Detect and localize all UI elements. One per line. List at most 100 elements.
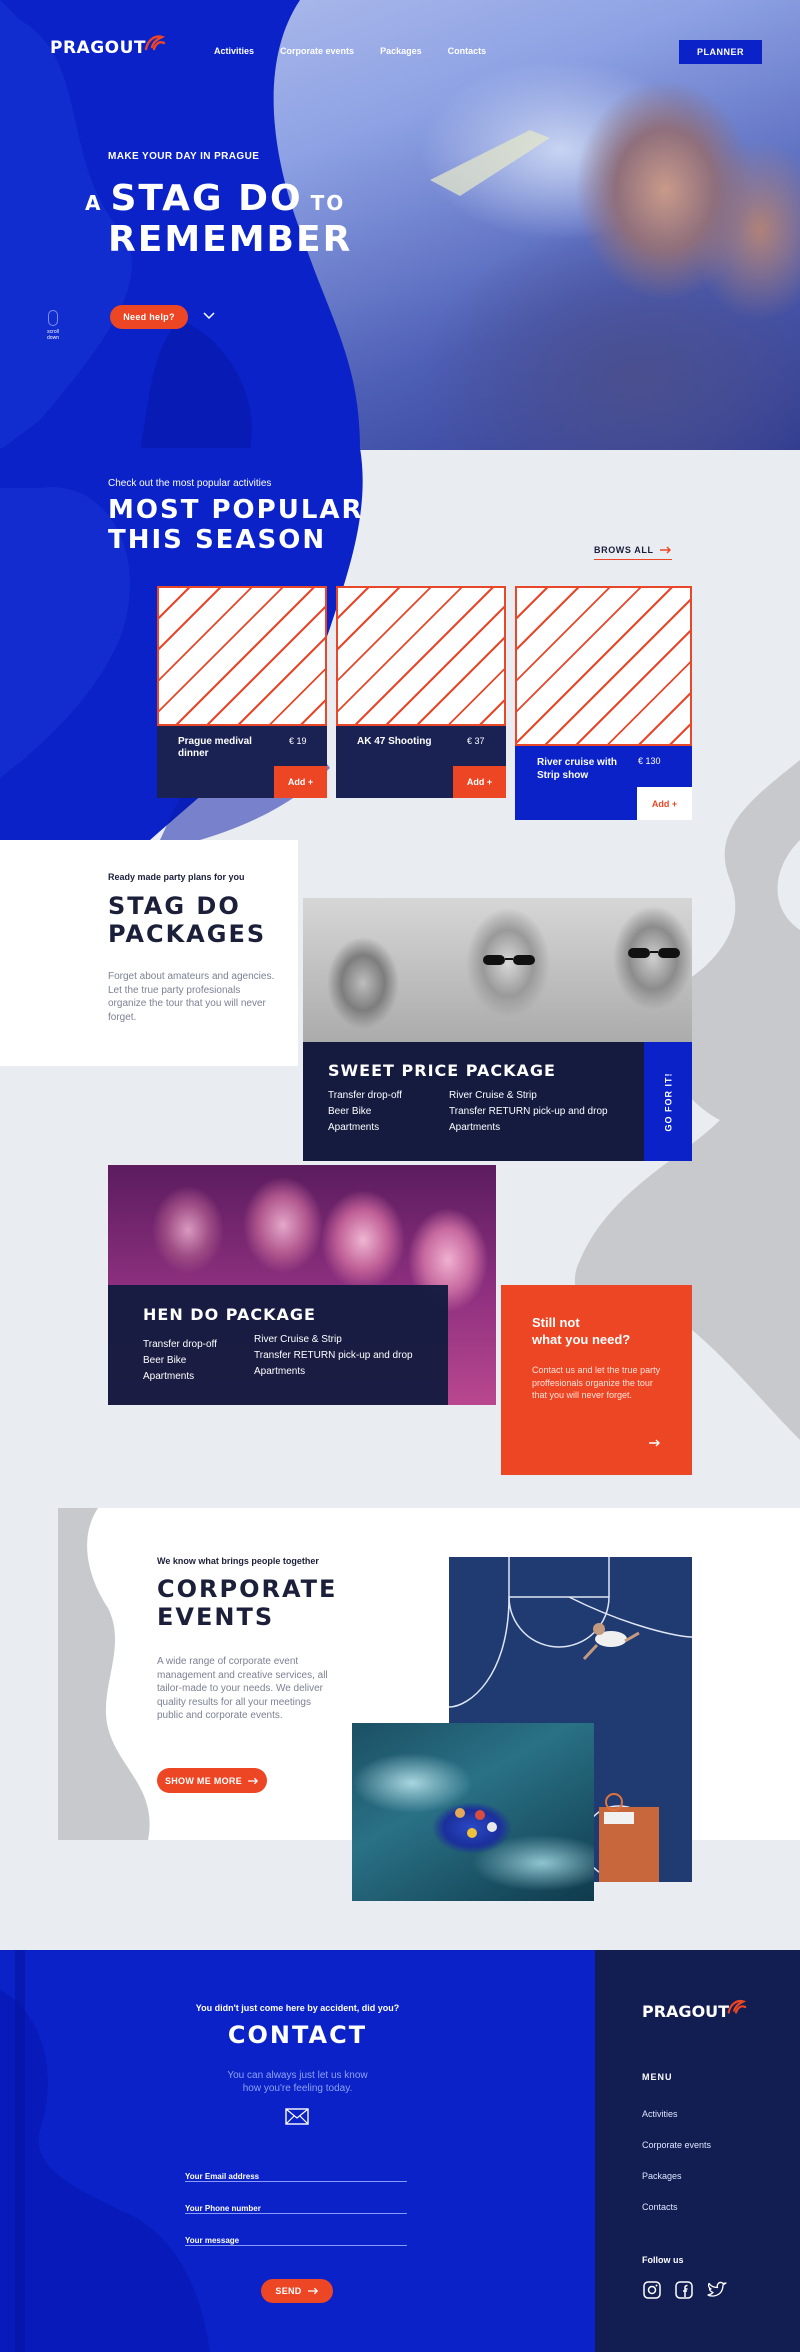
footer-link-activities[interactable]: Activities <box>642 2109 711 2119</box>
go-for-it-label: GO FOR IT! <box>663 1072 673 1131</box>
logo-text: PRAGOUT <box>50 38 147 58</box>
popular-title-line1: MOST POPULAR <box>108 495 364 525</box>
stag-title: STAG DO PACKAGES <box>108 892 267 948</box>
arrow-right-icon <box>659 546 671 554</box>
contact-subtitle-line2: how you're feeling today. <box>242 2083 353 2094</box>
email-field[interactable]: Your Email address <box>185 2166 407 2182</box>
card-image-placeholder <box>157 586 327 726</box>
message-field-label: Your message <box>185 2236 240 2245</box>
card-info: Prague medival dinner € 19 Add + <box>157 726 327 798</box>
chevron-down-icon[interactable] <box>203 312 215 320</box>
contact-eyebrow: You didn't just come here by accident, d… <box>195 2003 400 2013</box>
planner-button[interactable]: PLANNER <box>679 40 762 64</box>
footer-logo[interactable]: PRAGOUT <box>642 1999 747 2021</box>
send-button[interactable]: SEND <box>261 2279 333 2303</box>
email-field-label: Your Email address <box>185 2172 260 2181</box>
list-item: Apartments <box>254 1366 306 1377</box>
stag-title-line2: PACKAGES <box>108 919 267 948</box>
popular-title: MOST POPULAR THIS SEASON <box>108 495 364 556</box>
card-image-placeholder <box>515 586 692 746</box>
envelope-icon <box>285 2108 309 2125</box>
popular-eyebrow: Check out the most popular activities <box>108 478 272 489</box>
card-add-button[interactable]: Add + <box>453 766 506 798</box>
package-list-left: Transfer drop-off Beer Bike Apartments <box>143 1337 217 1385</box>
sunglasses-icon <box>628 948 680 958</box>
corporate-text: A wide range of corporate event manageme… <box>157 1656 328 1721</box>
raft-people <box>455 1808 497 1838</box>
package-list-right: River Cruise & Strip Transfer RETURN pic… <box>449 1088 608 1136</box>
phone-field-label: Your Phone number <box>185 2204 261 2213</box>
show-me-more-button[interactable]: SHOW ME MORE <box>157 1768 267 1793</box>
logo-mark-icon <box>144 35 166 51</box>
list-item: Apartments <box>143 1371 195 1382</box>
follow-us-label: Follow us <box>642 2255 684 2265</box>
activity-card[interactable]: AK 47 Shooting € 37 Add + <box>336 586 506 798</box>
rafting-photo <box>352 1723 594 1901</box>
top-nav: PRAGOUT Activities Corporate events Pack… <box>0 0 800 100</box>
nav-activities[interactable]: Activities <box>214 46 254 56</box>
nav-packages[interactable]: Packages <box>380 46 422 56</box>
list-item: River Cruise & Strip <box>449 1090 537 1101</box>
list-item: Transfer RETURN pick-up and drop <box>449 1106 608 1117</box>
facebook-icon[interactable] <box>674 2280 694 2300</box>
send-label: SEND <box>275 2286 302 2296</box>
corporate-eyebrow: We know what brings people together <box>157 1556 319 1566</box>
sweet-package-card[interactable]: SWEET PRICE PACKAGE Transfer drop-off Be… <box>303 898 692 1161</box>
message-field[interactable]: Your message <box>185 2230 407 2246</box>
social-icons <box>642 2280 728 2300</box>
scroll-indicator[interactable]: scroll down <box>44 310 62 341</box>
logo[interactable]: PRAGOUT <box>50 35 166 58</box>
card-price: € 37 <box>467 736 485 746</box>
still-not-title-line1: Still not <box>532 1315 580 1330</box>
card-name: AK 47 Shooting <box>357 736 432 747</box>
contact-subtitle: You can always just let us know how you'… <box>0 2069 595 2095</box>
arrow-right-icon <box>307 2287 318 2295</box>
package-list-right: River Cruise & Strip Transfer RETURN pic… <box>254 1332 413 1380</box>
nav-contacts[interactable]: Contacts <box>448 46 487 56</box>
need-help-button[interactable]: Need help? <box>110 305 188 329</box>
card-name: River cruise with Strip show <box>537 757 618 781</box>
browse-all-label: BROWS ALL <box>594 545 654 555</box>
arrow-right-icon[interactable] <box>649 1439 661 1447</box>
card-price: € 19 <box>289 736 307 746</box>
still-not-text: Contact us and let the true party proffe… <box>532 1365 661 1400</box>
footer-sidebar: PRAGOUT MENU Activities Corporate events… <box>595 1950 800 2352</box>
footer-menu: Activities Corporate events Packages Con… <box>642 2109 711 2212</box>
package-title: SWEET PRICE PACKAGE <box>328 1061 556 1080</box>
footer-logo-text: PRAGOUT <box>642 2002 730 2021</box>
nav-corporate-events[interactable]: Corporate events <box>280 46 354 56</box>
card-add-button[interactable]: Add + <box>637 787 692 820</box>
package-title: HEN DO PACKAGE <box>143 1305 316 1324</box>
show-me-more-label: SHOW ME MORE <box>164 1775 243 1786</box>
instagram-icon[interactable] <box>642 2280 662 2300</box>
activity-card-highlighted[interactable]: River cruise with Strip show € 130 Add + <box>515 586 692 820</box>
scroll-label: scroll down <box>47 329 59 341</box>
footer-link-contacts[interactable]: Contacts <box>642 2202 711 2212</box>
activity-card[interactable]: Prague medival dinner € 19 Add + <box>157 586 327 798</box>
corporate-title-line1: CORPORATE <box>157 1575 338 1603</box>
stag-title-line1: STAG DO <box>108 892 241 920</box>
footer-link-packages[interactable]: Packages <box>642 2171 711 2181</box>
hero-title: A STAG DO TO REMEMBER <box>85 178 352 261</box>
hen-package-card[interactable]: HEN DO PACKAGE Transfer drop-off Beer Bi… <box>108 1165 496 1405</box>
card-info: River cruise with Strip show € 130 Add + <box>515 746 692 820</box>
mouse-icon <box>48 310 58 326</box>
hero-title-to: TO <box>310 191 346 215</box>
footer-link-corporate-events[interactable]: Corporate events <box>642 2140 711 2150</box>
list-item: Transfer drop-off <box>328 1090 402 1101</box>
phone-field[interactable]: Your Phone number <box>185 2198 407 2214</box>
need-help-label: Need help? <box>123 312 175 322</box>
list-item: Apartments <box>328 1122 380 1133</box>
list-item: Beer Bike <box>328 1106 372 1117</box>
list-item: Transfer drop-off <box>143 1339 217 1350</box>
twitter-icon[interactable] <box>706 2280 728 2300</box>
browse-all-link[interactable]: BROWS ALL <box>594 545 672 560</box>
sunglasses-icon <box>483 955 535 965</box>
card-add-button[interactable]: Add + <box>274 766 327 798</box>
still-not-card[interactable]: Still not what you need? Contact us and … <box>501 1285 692 1475</box>
contact-title: CONTACT <box>227 2021 368 2049</box>
corporate-title: CORPORATE EVENTS <box>157 1575 338 1631</box>
go-for-it-button[interactable]: GO FOR IT! <box>644 1042 692 1161</box>
card-image-placeholder <box>336 586 506 726</box>
card-name: Prague medival dinner <box>178 736 252 759</box>
